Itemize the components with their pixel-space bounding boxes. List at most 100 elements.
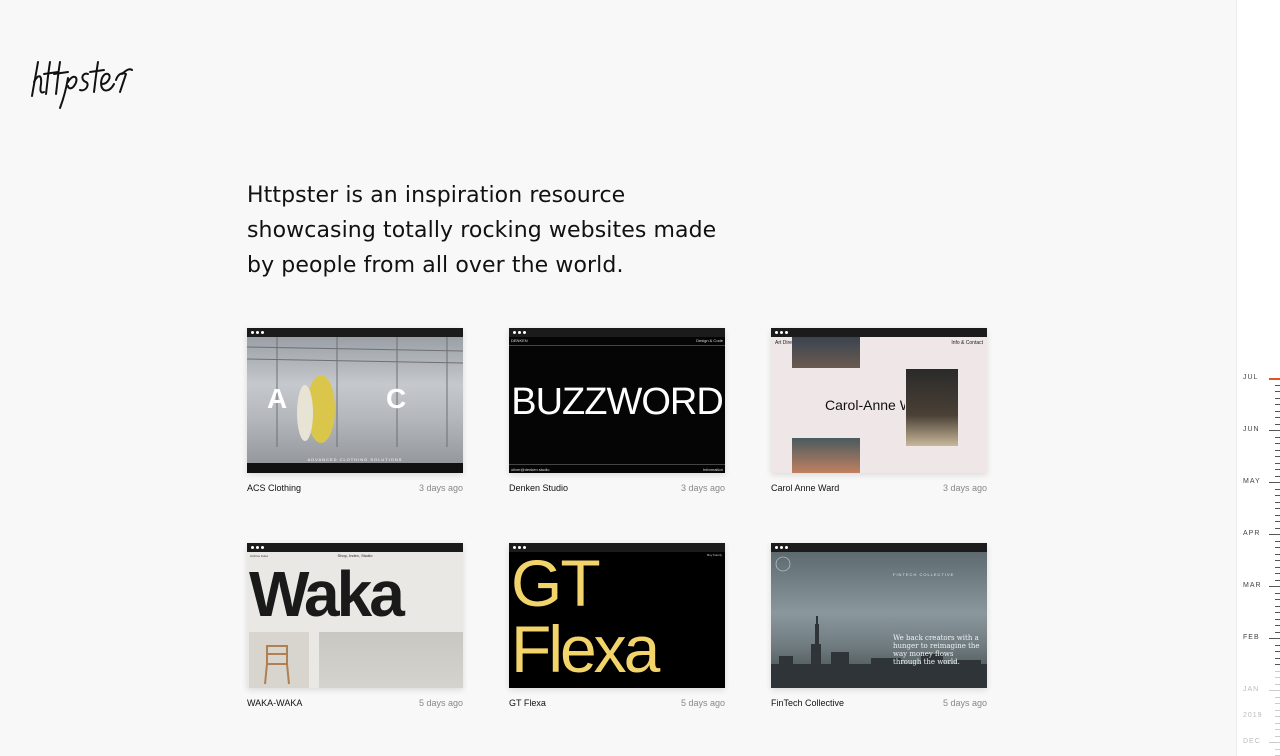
browser-bar [771, 543, 987, 552]
carol-headline: Carol-Anne Ward [825, 397, 905, 413]
httpster-logo[interactable] [30, 52, 134, 110]
timeline-tick [1275, 502, 1280, 503]
site-thumbnail[interactable]: Buy Family GT Flexa [509, 543, 725, 688]
site-card-gt-flexa[interactable]: Buy Family GT Flexa GT Flexa 5 days ago [509, 543, 725, 708]
timeline-tick [1275, 521, 1280, 522]
timeline-tick [1275, 391, 1280, 392]
timeline-tick [1275, 469, 1280, 470]
timeline-label-may[interactable]: MAY [1243, 478, 1261, 485]
denken-headline: BUZZWORD [511, 381, 724, 423]
timeline-tick [1269, 638, 1280, 639]
timeline-tick [1269, 482, 1280, 483]
timeline-tick [1275, 703, 1280, 704]
timeline-label-jul[interactable]: JUL [1243, 374, 1258, 381]
timeline-label-feb[interactable]: FEB [1243, 634, 1260, 641]
timeline-tick [1275, 606, 1280, 607]
timeline-label-dec[interactable]: DEC [1243, 738, 1261, 745]
timeline-tick [1275, 417, 1280, 418]
site-time: 3 days ago [942, 483, 987, 493]
site-card-denken-studio[interactable]: DENKEN Design & Code BUZZWORD oliver@den… [509, 328, 725, 493]
timeline-tick [1275, 515, 1280, 516]
timeline-tick [1275, 599, 1280, 600]
timeline-tick [1275, 645, 1280, 646]
timeline-tick [1275, 671, 1280, 672]
timeline-tick [1275, 495, 1280, 496]
timeline-tick [1275, 463, 1280, 464]
timeline-tick [1275, 456, 1280, 457]
acs-caption: ADVANCED CLOTHING SOLUTIONS [307, 457, 403, 462]
timeline-label-apr[interactable]: APR [1243, 530, 1260, 537]
timeline-tick [1275, 476, 1280, 477]
timeline-label-jun[interactable]: JUN [1243, 426, 1260, 433]
timeline-tick [1275, 567, 1280, 568]
site-thumbnail[interactable]: Archive Index Shop, Index, Studio Waka [247, 543, 463, 688]
timeline-tick [1275, 508, 1280, 509]
site-time: 3 days ago [418, 483, 463, 493]
timeline-label-mar[interactable]: MAR [1243, 582, 1262, 589]
flexa-top-right: Buy Family [707, 553, 722, 557]
site-time: 5 days ago [942, 698, 987, 708]
flexa-line-2: Flexa [511, 612, 660, 686]
timeline-tick [1275, 619, 1280, 620]
timeline-tick [1275, 580, 1280, 581]
timeline-tick [1275, 749, 1280, 750]
timeline-tick [1275, 560, 1280, 561]
timeline-label-2019[interactable]: 2019 [1243, 712, 1263, 719]
site-name[interactable]: WAKA-WAKA [247, 698, 302, 708]
timeline-tick [1275, 554, 1280, 555]
timeline-tick [1275, 664, 1280, 665]
timeline-scrubber[interactable]: JUL JUN MAY APR MAR FEB JAN 2019 DEC [1236, 0, 1280, 756]
timeline-tick [1275, 385, 1280, 386]
timeline-tick [1275, 573, 1280, 574]
timeline-tick [1275, 651, 1280, 652]
timeline-tick [1275, 710, 1280, 711]
timeline-tick [1275, 424, 1280, 425]
acs-letters: A C S [267, 383, 463, 414]
timeline-tick [1269, 430, 1280, 431]
timeline-tick [1269, 534, 1280, 535]
timeline-tick [1275, 528, 1280, 529]
timeline-tick [1269, 586, 1280, 587]
timeline-tick [1275, 632, 1280, 633]
browser-bar [247, 328, 463, 337]
carol-top-right: Info & Contact [951, 340, 983, 346]
site-card-acs-clothing[interactable]: A C S ADVANCED CLOTHING SOLUTIONS ACS Cl… [247, 328, 463, 493]
site-card-carol-anne-ward[interactable]: Art Director & Costume Designer Info & C… [771, 328, 987, 493]
fintech-body: We back creators with a hunger to reimag… [893, 634, 980, 666]
site-name[interactable]: Denken Studio [509, 483, 568, 493]
timeline-tick [1275, 437, 1280, 438]
site-thumbnail[interactable]: Art Director & Costume Designer Info & C… [771, 328, 987, 473]
site-name[interactable]: FinTech Collective [771, 698, 844, 708]
site-time: 5 days ago [418, 698, 463, 708]
timeline-tick [1275, 697, 1280, 698]
timeline-tick [1275, 658, 1280, 659]
site-time: 5 days ago [680, 698, 725, 708]
flexa-line-1: GT [511, 552, 601, 620]
site-thumbnail[interactable]: DENKEN Design & Code BUZZWORD oliver@den… [509, 328, 725, 473]
timeline-tick [1275, 716, 1280, 717]
timeline-label-jan[interactable]: JAN [1243, 686, 1259, 693]
denken-bottom-right: Information [702, 467, 723, 472]
site-thumbnail[interactable]: FINTECH COLLECTIVE We back creators with… [771, 543, 987, 688]
timeline-tick [1275, 729, 1280, 730]
timeline-tick [1275, 625, 1280, 626]
site-card-fintech-collective[interactable]: FINTECH COLLECTIVE We back creators with… [771, 543, 987, 708]
site-name[interactable]: ACS Clothing [247, 483, 301, 493]
timeline-tick [1269, 742, 1280, 743]
browser-bar [771, 328, 987, 337]
site-card-waka-waka[interactable]: Archive Index Shop, Index, Studio Waka W… [247, 543, 463, 708]
photo-portrait-man [906, 369, 958, 446]
fintech-kicker: FINTECH COLLECTIVE [893, 572, 955, 577]
browser-bar [509, 328, 725, 337]
intro-line-1: Httpster is an inspiration resource [247, 183, 626, 208]
site-thumbnail[interactable]: A C S ADVANCED CLOTHING SOLUTIONS [247, 328, 463, 473]
site-name[interactable]: Carol Anne Ward [771, 483, 839, 493]
browser-bar [247, 543, 463, 552]
intro-text: Httpster is an inspiration resource show… [247, 178, 727, 283]
site-name[interactable]: GT Flexa [509, 698, 546, 708]
timeline-tick [1275, 723, 1280, 724]
timeline-tick [1275, 677, 1280, 678]
timeline-tick [1275, 593, 1280, 594]
timeline-tick [1275, 736, 1280, 737]
city-skyline-image [771, 556, 987, 688]
